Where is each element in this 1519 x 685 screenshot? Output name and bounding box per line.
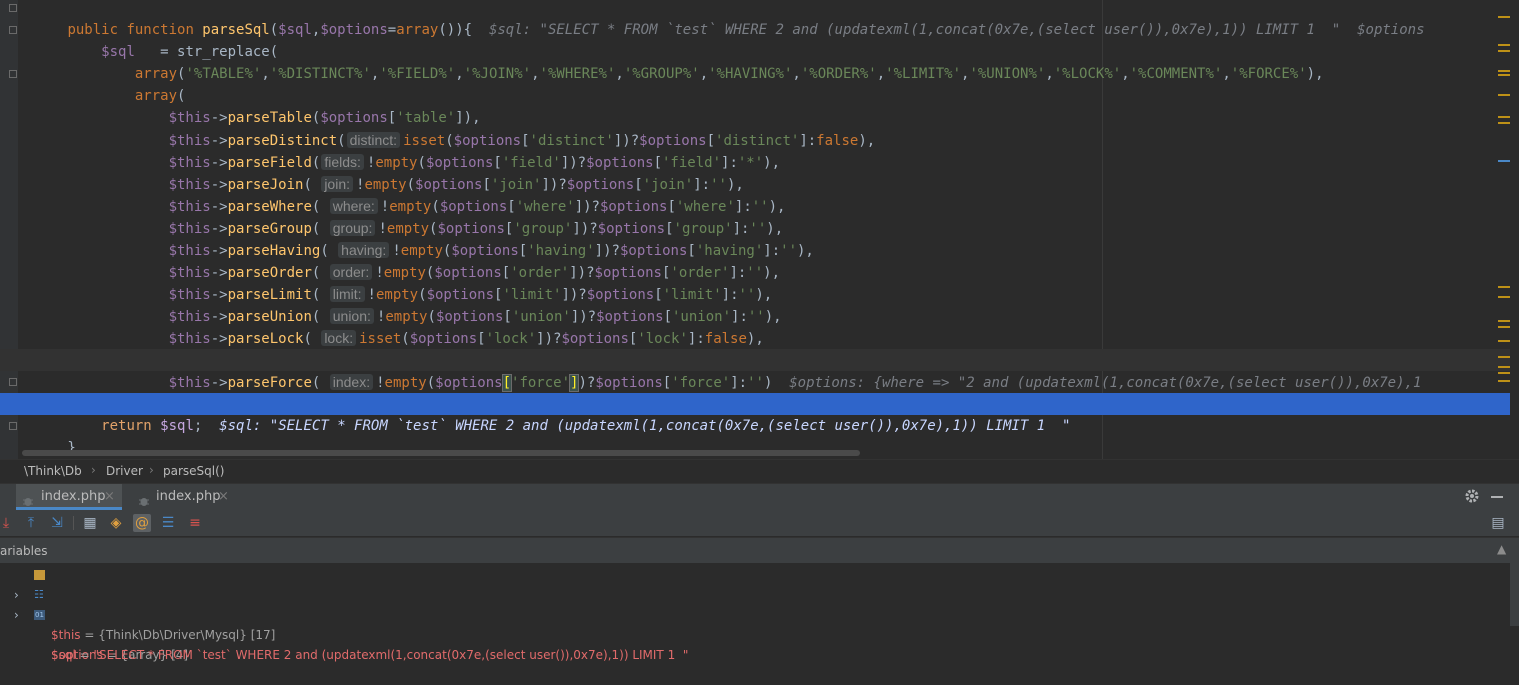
- code-line[interactable]: $this->parseTable($options['table']),: [0, 85, 1510, 126]
- vertical-scrollbar[interactable]: [1510, 563, 1519, 626]
- execution-point-line[interactable]: return $sql; $sql: "SELECT * FROM `test`…: [0, 393, 1510, 434]
- breadcrumb: \Think\Db › Driver › parseSql(): [0, 459, 1519, 484]
- error-stripe-marker[interactable]: [1498, 380, 1510, 382]
- code-line[interactable]: $this->parseLimit( limit: !empty($options…: [0, 261, 1510, 303]
- error-stripe-marker[interactable]: [1498, 356, 1510, 358]
- variable-row[interactable]: 01 $sql = "SELECT * FROM `test` WHERE 2 …: [0, 605, 1510, 662]
- variables-title: ariables: [0, 544, 48, 558]
- error-stripe-marker[interactable]: [1498, 94, 1510, 96]
- variable-row[interactable]: › ☷ $options = {array} [4]: [0, 585, 1510, 662]
- error-stripe-marker[interactable]: [1498, 44, 1510, 46]
- horizontal-scrollbar[interactable]: [22, 450, 860, 456]
- minimize-icon[interactable]: [1491, 496, 1503, 498]
- code-line[interactable]: }: [0, 415, 1510, 456]
- code-line[interactable]: $this->parseOrder( order: !empty($options…: [0, 239, 1510, 281]
- breadcrumb-class[interactable]: Driver: [106, 464, 143, 478]
- error-stripe-marker[interactable]: [1498, 50, 1510, 52]
- code-line[interactable]: $this->parseGroup( group: !empty($options…: [0, 195, 1510, 237]
- tab-label: index.php: [41, 489, 106, 504]
- array-icon: ☷: [34, 588, 44, 601]
- code-line[interactable]: ),$sql);: [0, 371, 1510, 412]
- variables-header: ariables ▲: [0, 537, 1519, 564]
- step-out-icon[interactable]: ⤒: [22, 514, 40, 532]
- debugger-toolbar: ⤓ ⤒ ⇲ ▦ ◈ @ ☰ ≡ ▤: [0, 510, 1519, 536]
- chevron-right-icon: ›: [91, 463, 96, 477]
- error-stripe-marker[interactable]: [1498, 296, 1510, 298]
- debug-session-tabs: index.php × index.php ×: [0, 483, 1519, 511]
- code-line[interactable]: array('%TABLE%','%DISTINCT%','%FIELD%','…: [0, 41, 1510, 82]
- chevron-right-icon: ›: [149, 463, 154, 477]
- breadcrumb-method[interactable]: parseSql(): [163, 464, 224, 478]
- variable-eq: =: [75, 648, 94, 662]
- tab-debug-session-2[interactable]: index.php ×: [132, 484, 236, 510]
- code-line[interactable]: $this->parseDistinct(distinct: isset($opt…: [0, 107, 1510, 149]
- close-icon[interactable]: ×: [218, 484, 229, 510]
- error-stripe-marker[interactable]: [1498, 160, 1510, 162]
- evaluate-expression-icon[interactable]: ▦: [81, 514, 99, 532]
- variable-row[interactable]: › $this = {Think\Db\Driver\Mysql} [17]: [0, 565, 1510, 642]
- variable-eq: =: [80, 628, 99, 642]
- error-stripe-marker[interactable]: [1498, 366, 1510, 368]
- code-line[interactable]: $this->parseHaving( having: !empty($optio…: [0, 217, 1510, 259]
- scroll-up-icon[interactable]: ▲: [1497, 542, 1506, 556]
- code-line[interactable]: array(: [0, 63, 1510, 104]
- breakpoint-icon[interactable]: ◈: [107, 514, 125, 532]
- code-line[interactable]: $sql = str_replace(: [0, 19, 1510, 60]
- run-to-cursor-icon[interactable]: ⇲: [48, 514, 66, 532]
- code-line[interactable]: $this->parseField(fields: !empty($options…: [0, 129, 1510, 171]
- breadcrumb-namespace[interactable]: \Think\Db: [24, 464, 82, 478]
- error-stripe-marker[interactable]: [1498, 70, 1510, 72]
- code-line[interactable]: $this->parseJoin( join: !empty($options['…: [0, 151, 1510, 193]
- error-stripe-marker[interactable]: [1498, 116, 1510, 118]
- code-line[interactable]: $this->parseUnion( union: !empty($options…: [0, 283, 1510, 325]
- error-stripe-marker[interactable]: [1498, 340, 1510, 342]
- gear-icon[interactable]: [1464, 488, 1480, 504]
- code-editor[interactable]: public function parseSql($sql,$options=a…: [0, 0, 1519, 459]
- error-stripe-marker[interactable]: [1498, 320, 1510, 322]
- variable-value: {Think\Db\Driver\Mysql} [17]: [98, 628, 276, 642]
- tab-label: index.php: [156, 489, 221, 504]
- close-icon[interactable]: ×: [104, 484, 115, 510]
- layout-icon[interactable]: ▤: [1489, 514, 1507, 532]
- watches-icon[interactable]: @: [133, 514, 151, 532]
- toolbar-divider: [73, 516, 74, 530]
- bug-icon: [22, 491, 34, 506]
- object-icon: [34, 570, 45, 580]
- error-stripe-marker[interactable]: [1498, 74, 1510, 76]
- tab-debug-session-1[interactable]: index.php ×: [16, 484, 122, 510]
- error-stripe-marker[interactable]: [1498, 16, 1510, 18]
- string-icon: 01: [34, 610, 45, 620]
- variables-panel[interactable]: › $this = {Think\Db\Driver\Mysql} [17] ›…: [0, 563, 1510, 662]
- bug-icon: [138, 491, 150, 506]
- code-line[interactable]: $this->parseWhere( where: !empty($options…: [0, 173, 1510, 215]
- code-line-current[interactable]: $this->parseForce( index: !empty($options…: [0, 349, 1510, 392]
- variable-value: "SELECT * FROM `test` WHERE 2 and (updat…: [93, 648, 689, 662]
- code-line[interactable]: public function parseSql($sql,$options=a…: [0, 0, 1510, 38]
- variable-name: $sql: [51, 648, 76, 662]
- error-stripe-marker[interactable]: [1498, 122, 1510, 124]
- add-watch-icon[interactable]: ≡: [186, 514, 204, 532]
- error-stripe-marker[interactable]: [1498, 372, 1510, 374]
- code-line[interactable]: $this->parseLock( lock: isset($options['l…: [0, 305, 1510, 347]
- error-stripe-marker[interactable]: [1498, 286, 1510, 288]
- error-stripe-marker[interactable]: [1498, 326, 1510, 328]
- step-into-icon[interactable]: ⤓: [0, 514, 15, 532]
- variable-name: $this: [51, 628, 81, 642]
- code-line[interactable]: $this->parseComment( comment:!empty($opt…: [0, 327, 1510, 369]
- list-icon[interactable]: ☰: [159, 514, 177, 532]
